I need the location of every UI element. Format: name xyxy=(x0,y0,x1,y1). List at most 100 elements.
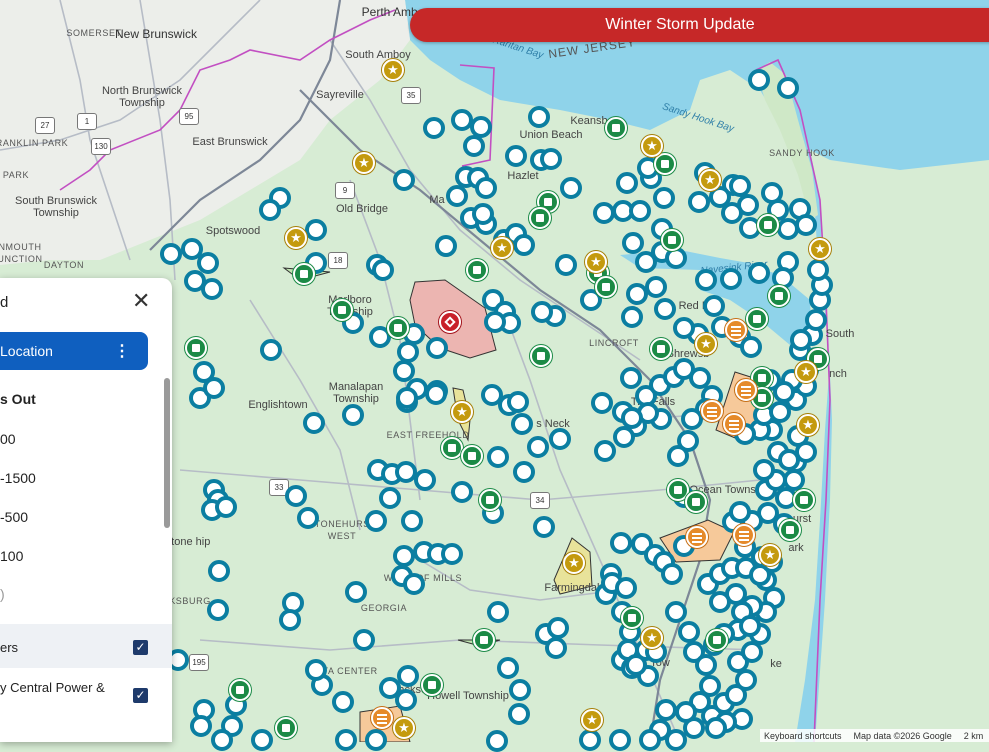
outage-marker-star[interactable]: ★ xyxy=(285,227,307,249)
outage-marker-ring[interactable] xyxy=(661,563,683,585)
outage-marker-ring[interactable] xyxy=(621,306,643,328)
outage-marker-ring[interactable] xyxy=(753,459,775,481)
outage-marker-ring[interactable] xyxy=(342,404,364,426)
outage-marker-star[interactable]: ★ xyxy=(641,135,663,157)
outage-marker-green[interactable] xyxy=(479,489,501,511)
outage-marker-ring[interactable] xyxy=(372,259,394,281)
outage-marker-ring[interactable] xyxy=(511,413,533,435)
outage-marker-ring[interactable] xyxy=(251,729,273,751)
outage-marker-ring[interactable] xyxy=(513,234,535,256)
outage-marker-star[interactable]: ★ xyxy=(581,709,603,731)
outage-marker-ring[interactable] xyxy=(335,729,357,751)
outage-marker-ring[interactable] xyxy=(365,729,387,751)
outage-marker-ring[interactable] xyxy=(560,177,582,199)
outage-marker-ring[interactable] xyxy=(729,501,751,523)
outage-marker-ring[interactable] xyxy=(540,148,562,170)
outage-marker-ring[interactable] xyxy=(395,689,417,711)
winter-storm-banner[interactable]: Winter Storm Update xyxy=(410,8,989,42)
outage-marker-ring[interactable] xyxy=(613,426,635,448)
outage-marker-orange[interactable] xyxy=(735,379,757,401)
outage-marker-green[interactable] xyxy=(185,337,207,359)
outage-marker-orange[interactable] xyxy=(686,526,708,548)
outage-marker-ring[interactable] xyxy=(190,715,212,737)
outage-marker-green[interactable] xyxy=(466,259,488,281)
outage-marker-ring[interactable] xyxy=(533,516,555,538)
outage-marker-ring[interactable] xyxy=(594,440,616,462)
outage-marker-orange[interactable] xyxy=(733,524,755,546)
outage-marker-green[interactable] xyxy=(605,117,627,139)
outage-marker-ring[interactable] xyxy=(507,391,529,413)
outage-marker-ring[interactable] xyxy=(303,412,325,434)
outage-marker-ring[interactable] xyxy=(365,510,387,532)
outage-marker-ring[interactable] xyxy=(639,729,661,751)
outage-marker-ring[interactable] xyxy=(475,177,497,199)
outage-marker-green[interactable] xyxy=(331,299,353,321)
outage-marker-green[interactable] xyxy=(757,214,779,236)
outage-marker-ring[interactable] xyxy=(201,278,223,300)
outage-marker-star[interactable]: ★ xyxy=(585,251,607,273)
outage-marker-ring[interactable] xyxy=(305,219,327,241)
outage-marker-green[interactable] xyxy=(275,717,297,739)
close-icon[interactable]: ✕ xyxy=(132,290,150,312)
outage-marker-ring[interactable] xyxy=(393,169,415,191)
outage-marker-ring[interactable] xyxy=(720,268,742,290)
outage-marker-star[interactable]: ★ xyxy=(795,361,817,383)
outage-marker-green[interactable] xyxy=(661,229,683,251)
outage-marker-ring[interactable] xyxy=(778,449,800,471)
outage-marker-red[interactable] xyxy=(439,311,461,333)
outage-marker-ring[interactable] xyxy=(721,202,743,224)
outage-marker-ring[interactable] xyxy=(414,469,436,491)
outage-marker-ring[interactable] xyxy=(332,691,354,713)
outage-marker-ring[interactable] xyxy=(305,659,327,681)
outage-marker-ring[interactable] xyxy=(505,145,527,167)
outage-marker-ring[interactable] xyxy=(435,235,457,257)
outage-marker-green[interactable] xyxy=(387,317,409,339)
outage-marker-ring[interactable] xyxy=(805,309,827,331)
outage-marker-ring[interactable] xyxy=(622,232,644,254)
layer-row-1[interactable]: ers ✓ xyxy=(0,624,172,668)
location-button[interactable]: Location ⋮ xyxy=(0,332,148,370)
outage-marker-ring[interactable] xyxy=(345,581,367,603)
outage-marker-star[interactable]: ★ xyxy=(699,169,721,191)
outage-marker-green[interactable] xyxy=(685,491,707,513)
outage-marker-ring[interactable] xyxy=(678,621,700,643)
outage-marker-ring[interactable] xyxy=(675,701,697,723)
outage-marker-ring[interactable] xyxy=(297,507,319,529)
outage-marker-ring[interactable] xyxy=(549,428,571,450)
outage-marker-ring[interactable] xyxy=(207,599,229,621)
keyboard-shortcuts-link[interactable]: Keyboard shortcuts xyxy=(764,731,842,741)
outage-marker-ring[interactable] xyxy=(463,135,485,157)
outage-marker-ring[interactable] xyxy=(579,729,601,751)
outage-marker-ring[interactable] xyxy=(615,577,637,599)
outage-marker-ring[interactable] xyxy=(472,203,494,225)
layer-checkbox-2[interactable]: ✓ xyxy=(133,688,148,703)
outage-marker-ring[interactable] xyxy=(527,436,549,458)
outage-marker-star[interactable]: ★ xyxy=(353,152,375,174)
outage-marker-green[interactable] xyxy=(595,276,617,298)
outage-marker-ring[interactable] xyxy=(259,199,281,221)
outage-marker-ring[interactable] xyxy=(695,269,717,291)
outage-marker-ring[interactable] xyxy=(401,510,423,532)
outage-marker-green[interactable] xyxy=(293,263,315,285)
outage-marker-ring[interactable] xyxy=(748,69,770,91)
outage-marker-ring[interactable] xyxy=(487,446,509,468)
outage-marker-ring[interactable] xyxy=(160,243,182,265)
outage-marker-orange[interactable] xyxy=(725,319,747,341)
outage-marker-ring[interactable] xyxy=(545,637,567,659)
outage-marker-ring[interactable] xyxy=(609,729,631,751)
outage-marker-green[interactable] xyxy=(473,629,495,651)
outage-marker-ring[interactable] xyxy=(425,383,447,405)
outage-marker-ring[interactable] xyxy=(260,339,282,361)
outage-marker-ring[interactable] xyxy=(653,187,675,209)
outage-marker-green[interactable] xyxy=(530,345,552,367)
outage-marker-ring[interactable] xyxy=(667,445,689,467)
outage-marker-star[interactable]: ★ xyxy=(563,552,585,574)
outage-marker-orange[interactable] xyxy=(723,413,745,435)
legend-scrollbar[interactable] xyxy=(164,378,170,528)
outage-marker-ring[interactable] xyxy=(403,573,425,595)
outage-marker-ring[interactable] xyxy=(531,301,553,323)
outage-marker-ring[interactable] xyxy=(486,730,508,752)
outage-marker-ring[interactable] xyxy=(508,703,530,725)
outage-marker-ring[interactable] xyxy=(487,601,509,623)
outage-marker-ring[interactable] xyxy=(705,717,727,739)
